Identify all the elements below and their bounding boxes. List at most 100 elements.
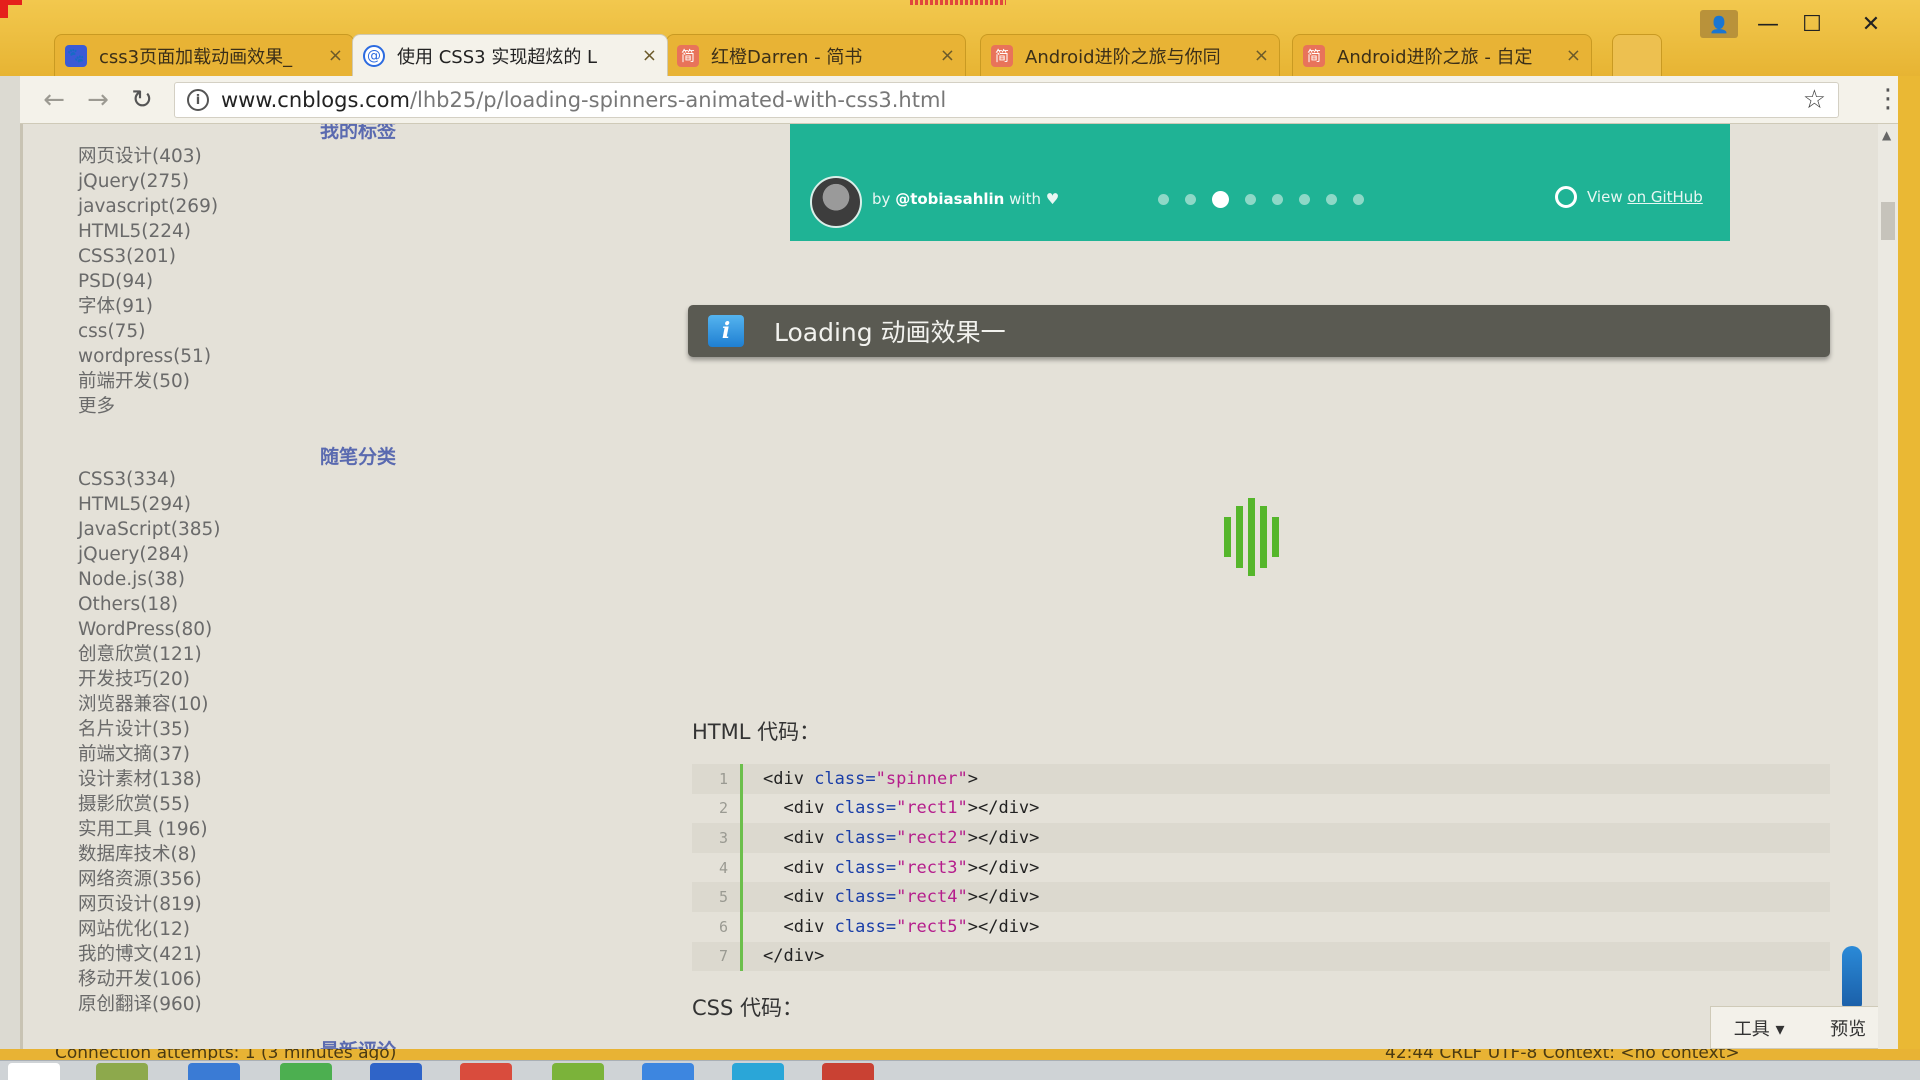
line-number: 7 bbox=[718, 947, 728, 966]
demo-pager bbox=[1158, 191, 1364, 208]
browser-tab[interactable]: 🐾 css3页面加载动画效果_ × bbox=[54, 34, 354, 76]
category-link[interactable]: 网络资源(356) bbox=[78, 867, 220, 892]
spinner-bar bbox=[1248, 498, 1255, 576]
byline-prefix: by bbox=[872, 190, 891, 208]
vertical-scrollbar[interactable]: ▲ bbox=[1878, 124, 1898, 1049]
tag-link[interactable]: css(75) bbox=[78, 319, 218, 344]
category-link[interactable]: 网站优化(12) bbox=[78, 917, 220, 942]
tag-link[interactable]: 字体(91) bbox=[78, 294, 218, 319]
page-viewport[interactable]: 我的标签 网页设计(403) jQuery(275) javascript(269)… bbox=[20, 124, 1878, 1049]
pager-dot[interactable] bbox=[1272, 194, 1283, 205]
code-block: 1 <div class="spinner"> 2 <div class="rect… bbox=[692, 764, 1830, 972]
pager-dot[interactable] bbox=[1158, 194, 1169, 205]
taskbar-app-icon[interactable] bbox=[732, 1063, 784, 1080]
tab-close-icon[interactable]: × bbox=[940, 45, 955, 66]
browser-tab[interactable]: 简 Android进阶之旅 - 自定 × bbox=[1292, 34, 1592, 76]
taskbar-app-icon[interactable] bbox=[188, 1063, 240, 1080]
category-link[interactable]: 移动开发(106) bbox=[78, 967, 220, 992]
bookmark-star-icon[interactable]: ☆ bbox=[1803, 85, 1826, 115]
start-button-icon[interactable] bbox=[8, 1063, 60, 1080]
category-link[interactable]: jQuery(284) bbox=[78, 542, 220, 567]
tag-link[interactable]: 更多 bbox=[78, 394, 218, 419]
back-arrow-icon[interactable]: ← bbox=[38, 84, 70, 116]
category-link[interactable]: Others(18) bbox=[78, 592, 220, 617]
github-link[interactable]: View on GitHub bbox=[1555, 186, 1703, 208]
category-link[interactable]: 设计素材(138) bbox=[78, 767, 220, 792]
code-line: 6 <div class="rect5"></div> bbox=[692, 911, 1830, 942]
page-left-border bbox=[20, 124, 23, 1049]
address-bar[interactable]: i www.cnblogs.com/lhb25/p/loading-spinne… bbox=[174, 82, 1839, 118]
browser-tab[interactable]: 简红橙Darren - 简书 × bbox=[666, 34, 966, 76]
tools-dropdown[interactable]: 工具 ▾ bbox=[1734, 1015, 1785, 1041]
status-strip: Connection attempts: 1 (3 minutes ago) 4… bbox=[0, 1049, 1920, 1060]
pager-dot[interactable] bbox=[1326, 194, 1337, 205]
browser-tab[interactable]: 简 Android进阶之旅与你同 × bbox=[980, 34, 1280, 76]
scroll-up-icon[interactable]: ▲ bbox=[1882, 128, 1891, 142]
code-text: </div> bbox=[763, 946, 825, 967]
taskbar-app-icon[interactable] bbox=[96, 1063, 148, 1080]
tag-link[interactable]: jQuery(275) bbox=[78, 169, 218, 194]
category-link[interactable]: 网页设计(819) bbox=[78, 892, 220, 917]
code-line: 2 <div class="rect1"></div> bbox=[692, 793, 1830, 824]
code-line: 7 </div> bbox=[692, 941, 1830, 972]
url-text[interactable]: www.cnblogs.com/lhb25/p/loading-spinners… bbox=[221, 88, 946, 112]
tag-link[interactable]: 前端开发(50) bbox=[78, 369, 218, 394]
tag-link[interactable]: HTML5(224) bbox=[78, 219, 218, 244]
code-text: <div class="rect5"></div> bbox=[763, 916, 1040, 937]
closing-tag: </div> bbox=[977, 798, 1040, 819]
category-link[interactable]: WordPress(80) bbox=[78, 617, 220, 642]
category-link[interactable]: 实用工具 (196) bbox=[78, 817, 220, 842]
minimize-icon[interactable]: — bbox=[1746, 8, 1790, 40]
forward-arrow-icon[interactable]: → bbox=[82, 84, 114, 116]
byline-suffix: with ♥ bbox=[1009, 190, 1060, 208]
categories-heading: 随笔分类 bbox=[320, 446, 397, 468]
category-link[interactable]: 前端文摘(37) bbox=[78, 742, 220, 767]
pager-dot[interactable] bbox=[1245, 194, 1256, 205]
drag-handle-marker[interactable] bbox=[910, 0, 1006, 5]
scrollbar-thumb[interactable] bbox=[1881, 202, 1895, 240]
class-value: "spinner" bbox=[875, 768, 968, 789]
category-link[interactable]: HTML5(294) bbox=[78, 492, 220, 517]
category-link[interactable]: 开发技巧(20) bbox=[78, 667, 220, 692]
tab-close-icon[interactable]: × bbox=[642, 45, 657, 66]
category-link[interactable]: 摄影欣赏(55) bbox=[78, 792, 220, 817]
back-to-top-rocket-icon[interactable] bbox=[1842, 946, 1862, 1008]
taskbar-app-icon[interactable] bbox=[822, 1063, 874, 1080]
category-link[interactable]: 原创翻译(960) bbox=[78, 992, 220, 1017]
new-tab-button[interactable] bbox=[1612, 34, 1662, 76]
category-link[interactable]: JavaScript(385) bbox=[78, 517, 220, 542]
tab-close-icon[interactable]: × bbox=[1566, 45, 1581, 66]
taskbar-app-icon[interactable] bbox=[280, 1063, 332, 1080]
tab-close-icon[interactable]: × bbox=[328, 45, 343, 66]
close-window-icon[interactable]: ✕ bbox=[1849, 8, 1893, 40]
pager-dot[interactable] bbox=[1212, 191, 1229, 208]
taskbar-app-icon[interactable] bbox=[552, 1063, 604, 1080]
tag-link[interactable]: PSD(94) bbox=[78, 269, 218, 294]
taskbar-app-icon[interactable] bbox=[370, 1063, 422, 1080]
tag-link[interactable]: CSS3(201) bbox=[78, 244, 218, 269]
tag-link[interactable]: wordpress(51) bbox=[78, 344, 218, 369]
pager-dot[interactable] bbox=[1299, 194, 1310, 205]
profile-icon[interactable]: 👤 bbox=[1700, 10, 1738, 38]
browser-tab[interactable]: @ 使用 CSS3 实现超炫的 L × bbox=[352, 34, 668, 76]
tag-link[interactable]: javascript(269) bbox=[78, 194, 218, 219]
pager-dot[interactable] bbox=[1185, 194, 1196, 205]
spinner-bar bbox=[1236, 506, 1243, 568]
tab-close-icon[interactable]: × bbox=[1254, 45, 1269, 66]
category-link[interactable]: 浏览器兼容(10) bbox=[78, 692, 220, 717]
pager-dot[interactable] bbox=[1353, 194, 1364, 205]
author-link[interactable]: @tobiasahlin bbox=[895, 190, 1004, 208]
category-link[interactable]: 名片设计(35) bbox=[78, 717, 220, 742]
site-info-icon[interactable]: i bbox=[187, 89, 209, 111]
category-link[interactable]: Node.js(38) bbox=[78, 567, 220, 592]
taskbar-app-icon[interactable] bbox=[460, 1063, 512, 1080]
category-link[interactable]: 创意欣赏(121) bbox=[78, 642, 220, 667]
maximize-icon[interactable]: ☐ bbox=[1790, 8, 1834, 40]
taskbar-app-icon[interactable] bbox=[642, 1063, 694, 1080]
category-link[interactable]: CSS3(334) bbox=[78, 467, 220, 492]
category-link[interactable]: 我的博文(421) bbox=[78, 942, 220, 967]
preview-button[interactable]: 预览 bbox=[1830, 1015, 1866, 1041]
category-link[interactable]: 数据库技术(8) bbox=[78, 842, 220, 867]
reload-icon[interactable]: ↻ bbox=[126, 84, 158, 116]
tag-link[interactable]: 网页设计(403) bbox=[78, 144, 218, 169]
